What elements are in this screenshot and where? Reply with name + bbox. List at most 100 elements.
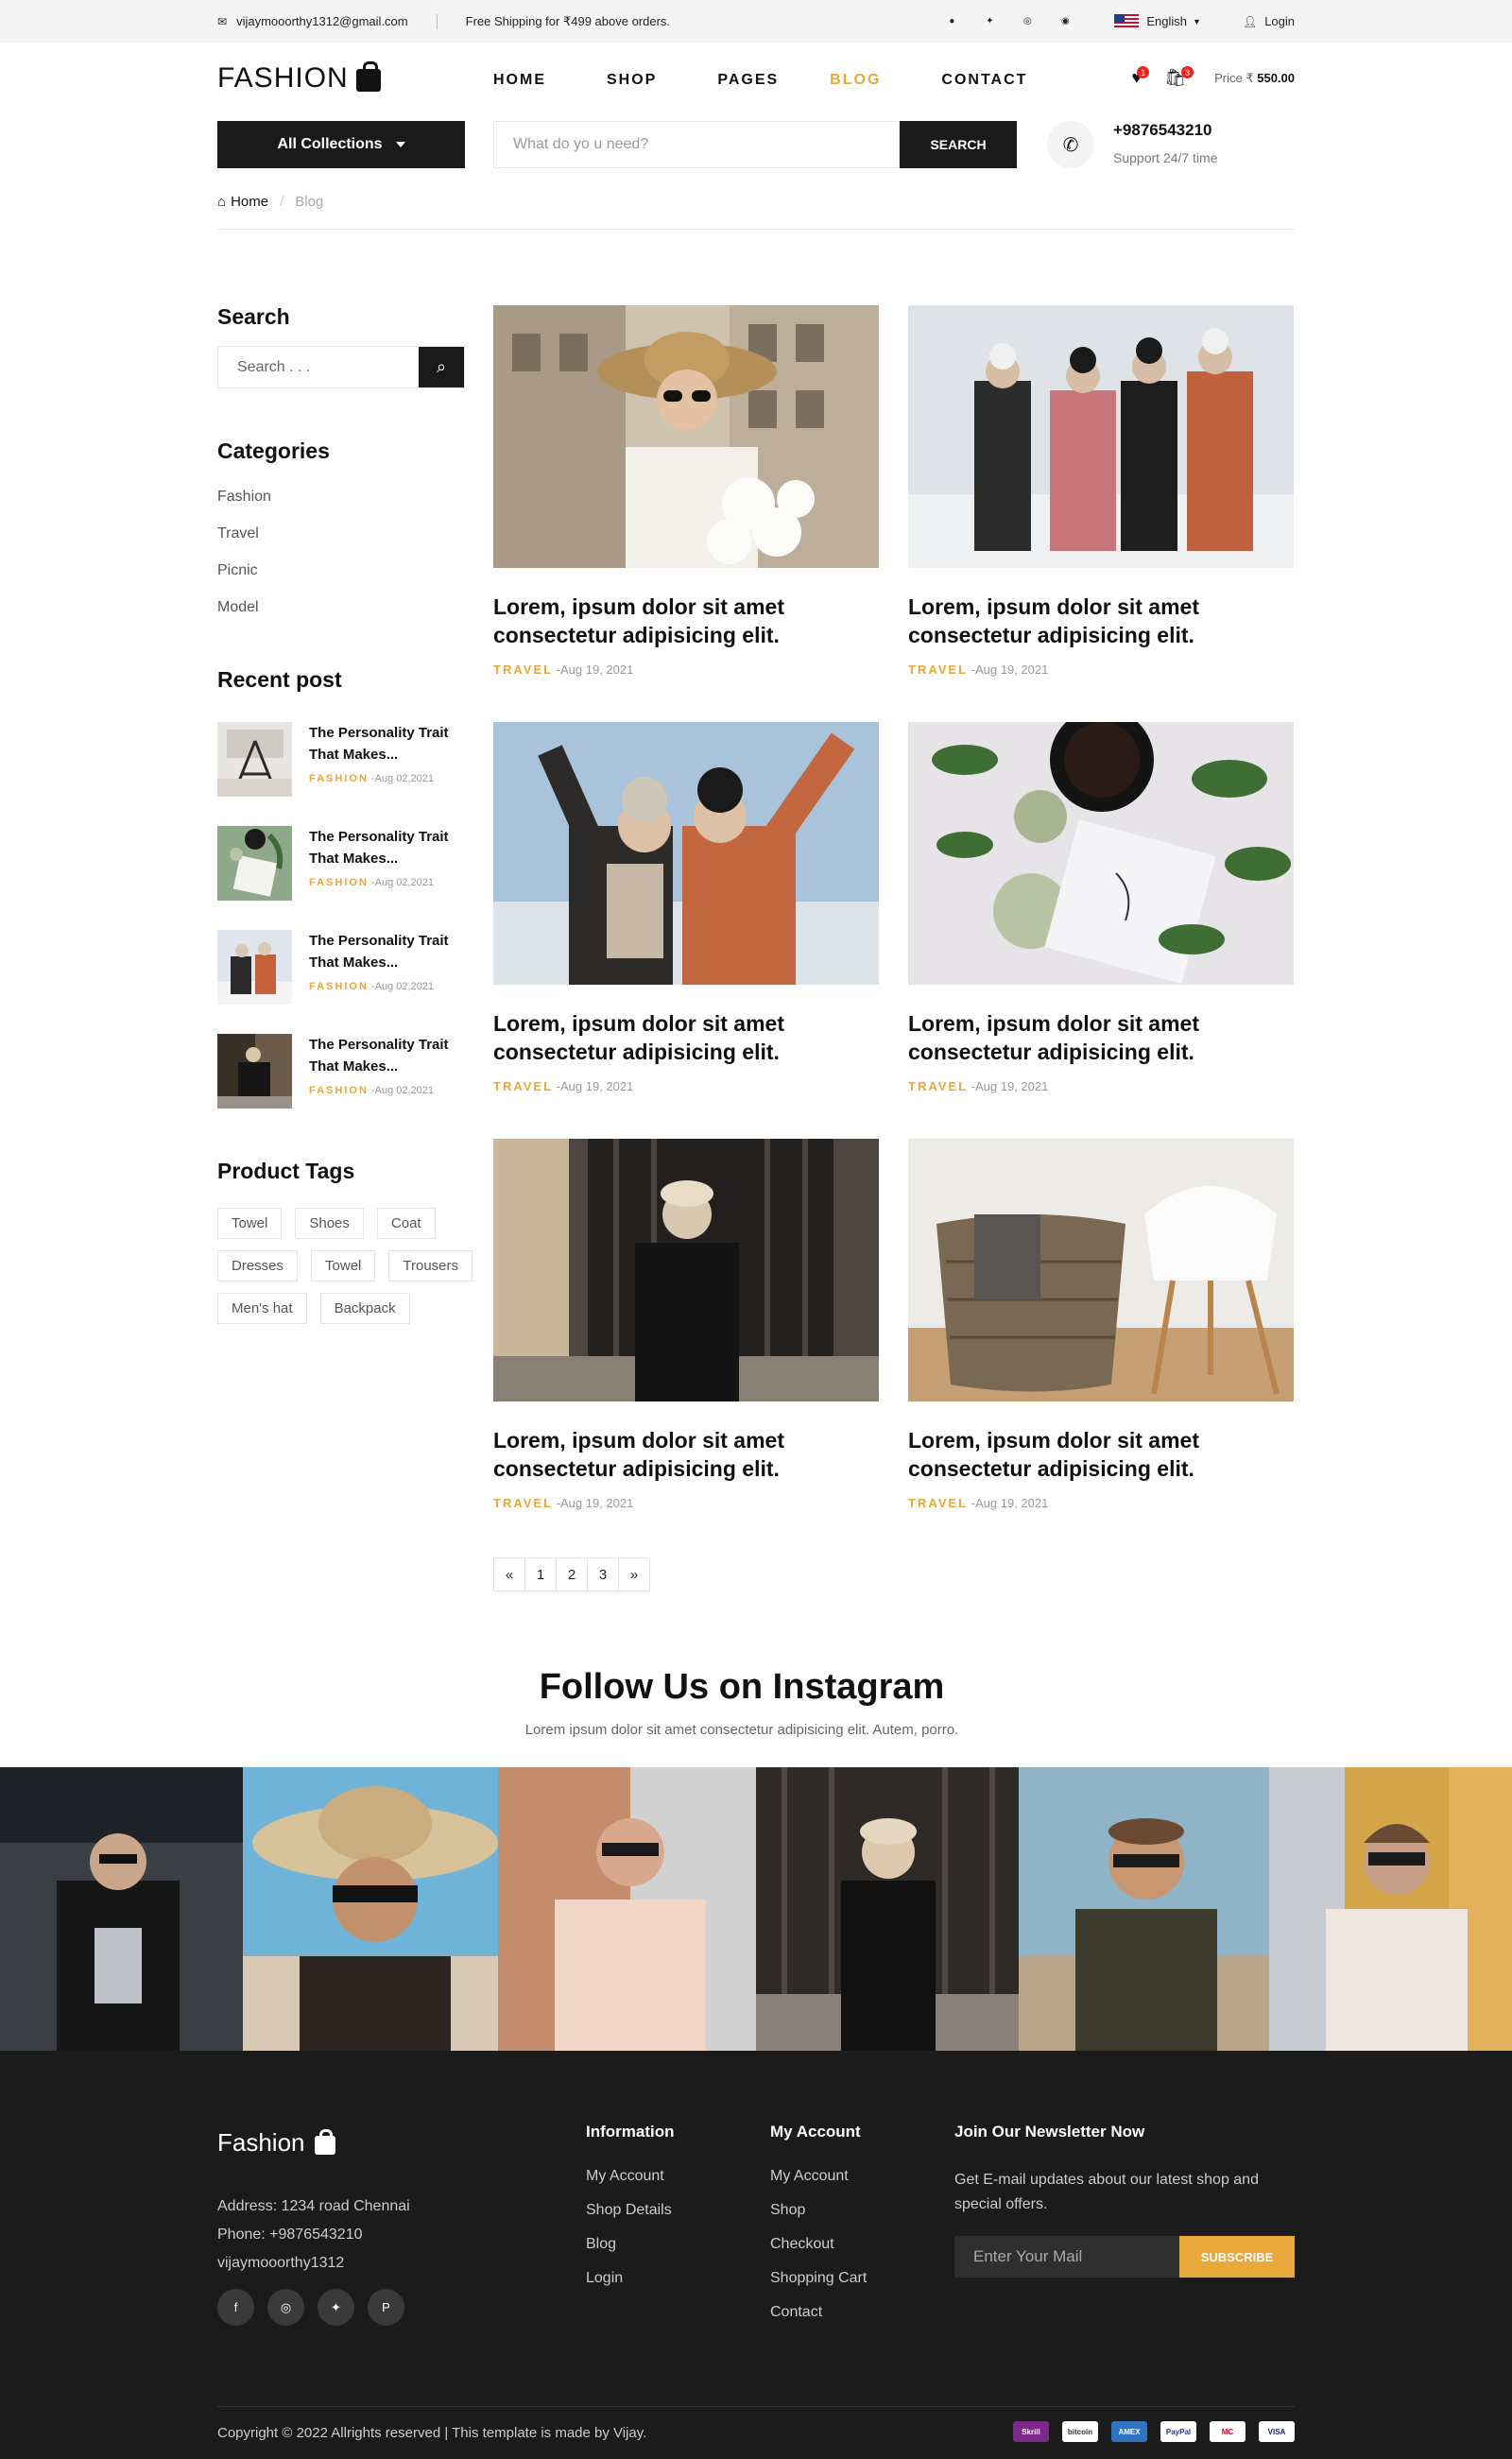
instagram-icon[interactable]: ◎	[267, 2289, 304, 2326]
blog-post-title[interactable]: Lorem, ipsum dolor sit amet consectetur …	[908, 1426, 1294, 1483]
tag-item[interactable]: Trousers	[388, 1250, 472, 1281]
breadcrumb-home[interactable]: ⌂ Home	[217, 194, 268, 210]
category-item[interactable]: Picnic	[217, 562, 271, 599]
instagram-photo[interactable]	[498, 1767, 756, 2051]
footer-link[interactable]: Contact	[770, 2304, 867, 2338]
pagination-page[interactable]: 1	[524, 1557, 557, 1591]
pagination-prev[interactable]: «	[493, 1557, 525, 1591]
footer-link[interactable]: Shop	[770, 2202, 867, 2236]
breadcrumb-separator: /	[280, 194, 284, 210]
search-input[interactable]: What do yo u need?	[493, 121, 900, 168]
tag-item[interactable]: Towel	[217, 1208, 283, 1239]
tag-item[interactable]: Towel	[311, 1250, 376, 1281]
category-item[interactable]: Fashion	[217, 489, 271, 525]
footer-phone: Phone: +9876543210	[217, 2227, 363, 2243]
footer-link[interactable]: Shop Details	[586, 2202, 675, 2236]
cart-button[interactable]: 🛍︎ 3	[1164, 66, 1194, 88]
blog-post-image[interactable]	[908, 305, 1294, 568]
tag-item[interactable]: Men's hat	[217, 1293, 307, 1324]
all-collections-dropdown[interactable]: All Collections	[217, 121, 465, 168]
recent-post-title: The Personality Trait That Makes...	[309, 725, 449, 763]
pinterest-icon[interactable]: P	[368, 2289, 404, 2326]
pinterest-icon[interactable]: ◉	[1057, 14, 1073, 29]
blog-post-title[interactable]: Lorem, ipsum dolor sit amet consectetur …	[908, 1009, 1294, 1066]
recent-post-thumbnail	[217, 1034, 292, 1109]
recent-post[interactable]: The Personality Trait That Makes... FASH…	[217, 1034, 472, 1109]
tag-item[interactable]: Coat	[376, 1208, 436, 1239]
instagram-photo[interactable]	[0, 1767, 243, 2051]
blog-post-title[interactable]: Lorem, ipsum dolor sit amet consectetur …	[493, 1426, 879, 1483]
category-item[interactable]: Model	[217, 599, 271, 636]
support-hours: Support 24/7 time	[1113, 150, 1218, 165]
nav-shop[interactable]: SHOP	[607, 72, 657, 89]
pagination-page[interactable]: 2	[556, 1557, 588, 1591]
category-item[interactable]: Travel	[217, 525, 271, 562]
subscribe-button[interactable]: SUBSCRIBE	[1179, 2236, 1295, 2278]
footer-link[interactable]: Blog	[586, 2236, 675, 2270]
language-selector[interactable]: English ▼	[1114, 13, 1201, 29]
blog-post-image[interactable]	[493, 305, 879, 568]
blog-post-category[interactable]: TRAVEL	[908, 1496, 968, 1510]
blog-post-title[interactable]: Lorem, ipsum dolor sit amet consectetur …	[493, 593, 879, 649]
blog-post-category[interactable]: TRAVEL	[493, 1496, 553, 1510]
nav-pages[interactable]: PAGES	[717, 72, 779, 89]
blog-post-card[interactable]: Lorem, ipsum dolor sit amet consectetur …	[908, 1139, 1294, 1510]
tag-item[interactable]: Backpack	[319, 1293, 410, 1324]
blog-post-image[interactable]	[908, 722, 1294, 985]
instagram-photo[interactable]	[243, 1767, 498, 2051]
breadcrumb: ⌂ Home / Blog	[217, 194, 323, 210]
blog-post-image[interactable]	[493, 722, 879, 985]
blog-post-title[interactable]: Lorem, ipsum dolor sit amet consectetur …	[493, 1009, 879, 1066]
nav-contact[interactable]: CONTACT	[941, 72, 1027, 89]
instagram-photo[interactable]	[756, 1767, 1019, 2051]
blog-post-image[interactable]	[493, 1139, 879, 1401]
search-icon[interactable]: ⌕	[419, 347, 464, 387]
sidebar-search-input[interactable]: Search . . .	[218, 347, 419, 387]
blog-post-card[interactable]: Lorem, ipsum dolor sit amet consectetur …	[908, 305, 1294, 677]
blog-post-title[interactable]: Lorem, ipsum dolor sit amet consectetur …	[908, 593, 1294, 649]
phone-icon: ✆	[1047, 121, 1094, 168]
blog-post-card[interactable]: Lorem, ipsum dolor sit amet consectetur …	[493, 722, 879, 1093]
footer-link[interactable]: My Account	[770, 2168, 867, 2202]
pagination-next[interactable]: »	[618, 1557, 650, 1591]
footer-link[interactable]: My Account	[586, 2168, 675, 2202]
wishlist-button[interactable]: ♥ 1	[1132, 66, 1150, 88]
blog-post-category[interactable]: TRAVEL	[493, 662, 553, 677]
facebook-icon[interactable]: ●	[944, 14, 959, 29]
instagram-subtitle: Lorem ipsum dolor sit amet consectetur a…	[524, 1722, 959, 1738]
footer-link[interactable]: Checkout	[770, 2236, 867, 2270]
newsletter-email-input[interactable]: Enter Your Mail	[954, 2236, 1179, 2278]
footer-logo[interactable]: Fashion	[217, 2128, 335, 2158]
instagram-photo[interactable]	[1019, 1767, 1269, 2051]
blog-post-category[interactable]: TRAVEL	[493, 1079, 553, 1093]
tag-item[interactable]: Shoes	[295, 1208, 364, 1239]
recent-post-title: The Personality Trait That Makes...	[309, 1037, 449, 1075]
pagination: « 1 2 3 »	[493, 1557, 650, 1591]
blog-post-card[interactable]: Lorem, ipsum dolor sit amet consectetur …	[493, 1139, 879, 1510]
cart-count-badge: 3	[1181, 66, 1194, 78]
login-link[interactable]: 👤︎ Login	[1243, 14, 1295, 28]
footer-link[interactable]: Shopping Cart	[770, 2270, 867, 2304]
blog-post-card[interactable]: Lorem, ipsum dolor sit amet consectetur …	[493, 305, 879, 677]
recent-post[interactable]: The Personality Trait That Makes... FASH…	[217, 930, 472, 1005]
facebook-icon[interactable]: f	[217, 2289, 254, 2326]
footer-link[interactable]: Login	[586, 2270, 675, 2304]
blog-post-card[interactable]: Lorem, ipsum dolor sit amet consectetur …	[908, 722, 1294, 1093]
tag-item[interactable]: Dresses	[217, 1250, 299, 1281]
search-button[interactable]: SEARCH	[900, 121, 1017, 168]
instagram-icon[interactable]: ◎	[1020, 14, 1035, 29]
nav-blog[interactable]: BLOG	[830, 72, 881, 89]
recent-post[interactable]: The Personality Trait That Makes... FASH…	[217, 722, 472, 797]
blog-post-category[interactable]: TRAVEL	[908, 1079, 968, 1093]
twitter-icon[interactable]: ✦	[318, 2289, 354, 2326]
recent-post[interactable]: The Personality Trait That Makes... FASH…	[217, 826, 472, 901]
nav-home[interactable]: HOME	[493, 72, 546, 89]
topbar-email[interactable]: vijaymooorthy1312@gmail.com	[236, 14, 408, 28]
twitter-icon[interactable]: ✦	[982, 14, 997, 29]
blog-post-category[interactable]: TRAVEL	[908, 662, 968, 677]
support-phone: +9876543210	[1113, 121, 1212, 139]
blog-post-image[interactable]	[908, 1139, 1294, 1401]
site-logo[interactable]: FASHION	[217, 61, 381, 95]
pagination-page[interactable]: 3	[587, 1557, 619, 1591]
instagram-photo[interactable]	[1269, 1767, 1512, 2051]
